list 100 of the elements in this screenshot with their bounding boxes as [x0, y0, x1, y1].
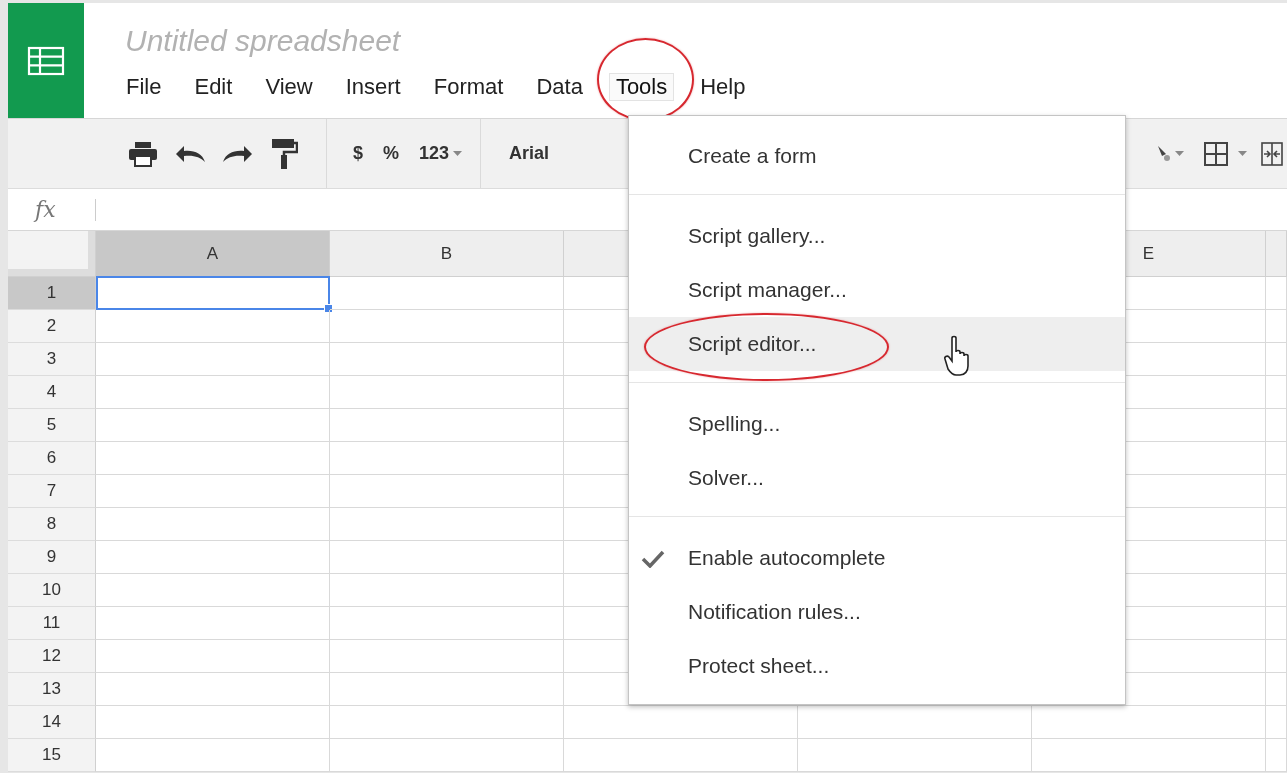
grid-cell[interactable]	[330, 706, 564, 739]
spreadsheet-icon	[27, 45, 65, 76]
grid-cell[interactable]	[1266, 607, 1287, 640]
grid-cell[interactable]	[96, 574, 330, 607]
menu-item[interactable]: Edit	[187, 73, 240, 101]
row-header[interactable]: 15	[8, 739, 96, 772]
grid-cell[interactable]	[96, 310, 330, 343]
grid-cell[interactable]	[96, 343, 330, 376]
row-header[interactable]: 1	[8, 277, 96, 310]
menu-item[interactable]: View	[258, 73, 320, 101]
grid-cell[interactable]	[1266, 574, 1287, 607]
grid-cell[interactable]	[330, 277, 564, 310]
row-header[interactable]: 14	[8, 706, 96, 739]
currency-button[interactable]: $	[353, 143, 363, 164]
menu-item[interactable]: Tools	[608, 73, 675, 101]
active-cell[interactable]	[96, 276, 330, 310]
grid-cell[interactable]	[330, 739, 564, 772]
caret-icon	[453, 151, 463, 156]
grid-cell[interactable]	[96, 376, 330, 409]
row-header[interactable]: 6	[8, 442, 96, 475]
menu-item[interactable]: Solver...	[629, 451, 1125, 505]
number-format-button[interactable]: 123	[419, 143, 463, 164]
grid-cell[interactable]	[1266, 343, 1287, 376]
grid-cell[interactable]	[1266, 508, 1287, 541]
borders-icon[interactable]	[1204, 141, 1228, 166]
grid-cell[interactable]	[1266, 277, 1287, 310]
grid-cell[interactable]	[1266, 541, 1287, 574]
row-header[interactable]: 4	[8, 376, 96, 409]
grid-cell[interactable]	[96, 508, 330, 541]
grid-cell[interactable]	[96, 475, 330, 508]
menu-item[interactable]: Protect sheet...	[629, 639, 1125, 693]
menu-item[interactable]: Enable autocomplete	[629, 531, 1125, 585]
grid-cell[interactable]	[96, 409, 330, 442]
grid-cell[interactable]	[1266, 706, 1287, 739]
row-header[interactable]: 10	[8, 574, 96, 607]
menu-item[interactable]: Spelling...	[629, 397, 1125, 451]
grid-cell[interactable]	[330, 376, 564, 409]
grid-cell[interactable]	[564, 739, 798, 772]
grid-cell[interactable]	[1266, 376, 1287, 409]
menu-item[interactable]: Format	[426, 73, 511, 101]
grid-cell[interactable]	[1032, 706, 1266, 739]
grid-cell[interactable]	[330, 607, 564, 640]
menu-item[interactable]: Data	[529, 73, 590, 101]
grid-cell[interactable]	[1266, 475, 1287, 508]
grid-cell[interactable]	[330, 310, 564, 343]
column-header[interactable]: A	[96, 231, 330, 277]
select-all-corner[interactable]	[8, 231, 96, 277]
print-icon[interactable]	[128, 140, 158, 167]
grid-cell[interactable]	[1266, 640, 1287, 673]
grid-cell[interactable]	[96, 607, 330, 640]
grid-cell[interactable]	[330, 574, 564, 607]
grid-cell[interactable]	[330, 343, 564, 376]
grid-cell[interactable]	[96, 640, 330, 673]
menu-item[interactable]: Notification rules...	[629, 585, 1125, 639]
menu-item[interactable]: Insert	[338, 73, 408, 101]
caret-icon	[1175, 151, 1184, 156]
grid-cell[interactable]	[798, 706, 1032, 739]
menu-item[interactable]: Help	[693, 73, 753, 101]
grid-cell[interactable]	[330, 673, 564, 706]
row-header[interactable]: 12	[8, 640, 96, 673]
merge-cells-icon[interactable]	[1261, 141, 1283, 166]
grid-cell[interactable]	[330, 442, 564, 475]
fill-handle[interactable]	[324, 304, 333, 313]
grid-cell[interactable]	[330, 409, 564, 442]
row-header[interactable]: 5	[8, 409, 96, 442]
app-logo[interactable]	[8, 3, 84, 118]
grid-cell[interactable]	[1266, 409, 1287, 442]
row-header[interactable]: 11	[8, 607, 96, 640]
grid-cell[interactable]	[96, 706, 330, 739]
menu-item[interactable]: File	[119, 73, 169, 101]
row-header[interactable]: 3	[8, 343, 96, 376]
column-header[interactable]: B	[330, 231, 564, 277]
fill-color-icon[interactable]	[1157, 143, 1171, 164]
menu-item[interactable]: Create a form	[629, 129, 1125, 183]
grid-cell[interactable]	[1266, 310, 1287, 343]
row-header[interactable]: 8	[8, 508, 96, 541]
grid-cell[interactable]	[96, 442, 330, 475]
grid-cell[interactable]	[798, 739, 1032, 772]
grid-cell[interactable]	[96, 673, 330, 706]
row-header[interactable]: 9	[8, 541, 96, 574]
row-header[interactable]: 13	[8, 673, 96, 706]
font-dropdown[interactable]: Arial	[509, 143, 550, 164]
column-header[interactable]	[1266, 231, 1287, 277]
formula-label: fx	[35, 197, 57, 222]
redo-icon[interactable]	[222, 143, 254, 164]
grid-cell[interactable]	[564, 706, 798, 739]
percent-button[interactable]: %	[383, 143, 400, 164]
grid-cell[interactable]	[1032, 739, 1266, 772]
grid-cell[interactable]	[330, 475, 564, 508]
grid-cell[interactable]	[1266, 442, 1287, 475]
grid-cell[interactable]	[330, 640, 564, 673]
paint-format-icon[interactable]	[270, 137, 298, 170]
grid-cell[interactable]	[330, 541, 564, 574]
grid-cell[interactable]	[96, 739, 330, 772]
row-header[interactable]: 2	[8, 310, 96, 343]
grid-cell[interactable]	[330, 508, 564, 541]
grid-cell[interactable]	[1266, 739, 1287, 772]
grid-cell[interactable]	[1266, 673, 1287, 706]
row-header[interactable]: 7	[8, 475, 96, 508]
grid-cell[interactable]	[96, 541, 330, 574]
